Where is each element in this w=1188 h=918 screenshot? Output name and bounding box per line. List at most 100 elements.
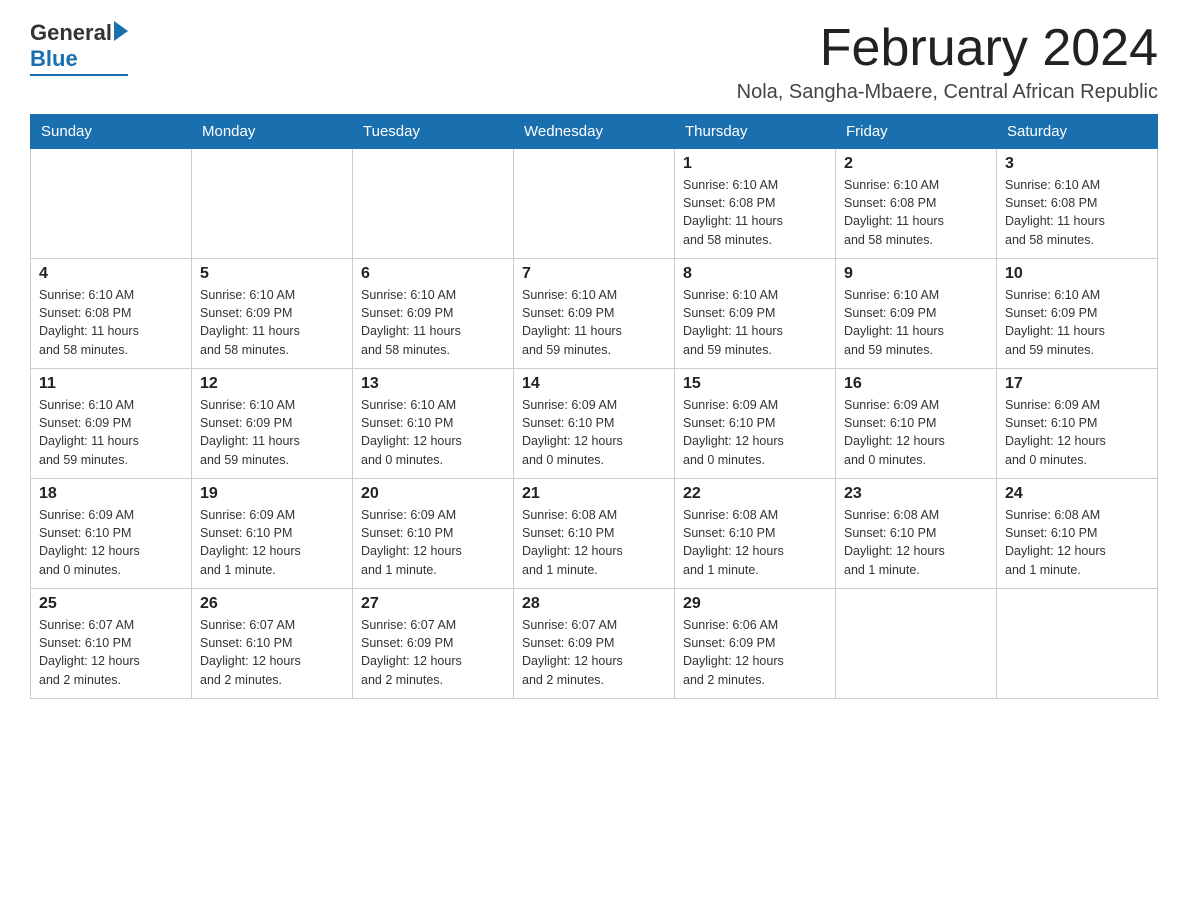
day-info: Sunrise: 6:07 AM Sunset: 6:10 PM Dayligh… [39, 616, 183, 689]
day-info: Sunrise: 6:09 AM Sunset: 6:10 PM Dayligh… [844, 396, 988, 469]
day-number: 19 [200, 485, 344, 503]
logo-general-text: General [30, 20, 112, 46]
day-number: 27 [361, 595, 505, 613]
day-number: 26 [200, 595, 344, 613]
day-number: 25 [39, 595, 183, 613]
calendar-day-cell: 22 Sunrise: 6:08 AM Sunset: 6:10 PM Dayli… [675, 479, 836, 589]
calendar-day-cell: 7Sunrise: 6:10 AM Sunset: 6:09 PM Daylig… [514, 259, 675, 369]
calendar-day-cell: 13 Sunrise: 6:10 AM Sunset: 6:10 PM Dayli… [353, 369, 514, 479]
calendar-table: SundayMondayTuesdayWednesdayThursdayFrid… [30, 114, 1158, 699]
calendar-day-cell: 23 Sunrise: 6:08 AM Sunset: 6:10 PM Dayli… [836, 479, 997, 589]
calendar-body: 1 Sunrise: 6:10 AM Sunset: 6:08 PM Daylig… [31, 149, 1158, 699]
day-number: 6 [361, 265, 505, 283]
day-info: Sunrise: 6:10 AM Sunset: 6:09 PM Dayligh… [683, 286, 827, 359]
calendar-week-row: 25 Sunrise: 6:07 AM Sunset: 6:10 PM Dayli… [31, 589, 1158, 699]
calendar-day-cell: 5 Sunrise: 6:10 AM Sunset: 6:09 PM Daylig… [192, 259, 353, 369]
day-info: Sunrise: 6:09 AM Sunset: 6:10 PM Dayligh… [522, 396, 666, 469]
calendar-header-row: SundayMondayTuesdayWednesdayThursdayFrid… [31, 115, 1158, 149]
calendar-header-cell: Thursday [675, 115, 836, 149]
calendar-day-cell [997, 589, 1158, 699]
subtitle: Nola, Sangha-Mbaere, Central African Rep… [737, 81, 1158, 104]
day-info: Sunrise: 6:09 AM Sunset: 6:10 PM Dayligh… [361, 506, 505, 579]
day-info: Sunrise: 6:10 AM Sunset: 6:09 PM Dayligh… [1005, 286, 1149, 359]
day-info: Sunrise: 6:08 AM Sunset: 6:10 PM Dayligh… [522, 506, 666, 579]
day-info: Sunrise: 6:06 AM Sunset: 6:09 PM Dayligh… [683, 616, 827, 689]
calendar-day-cell: 28 Sunrise: 6:07 AM Sunset: 6:09 PM Dayli… [514, 589, 675, 699]
calendar-day-cell: 18Sunrise: 6:09 AM Sunset: 6:10 PM Dayli… [31, 479, 192, 589]
day-info: Sunrise: 6:08 AM Sunset: 6:10 PM Dayligh… [683, 506, 827, 579]
calendar-day-cell [514, 149, 675, 259]
logo-divider [30, 74, 128, 76]
day-info: Sunrise: 6:07 AM Sunset: 6:09 PM Dayligh… [361, 616, 505, 689]
calendar-day-cell: 3 Sunrise: 6:10 AM Sunset: 6:08 PM Daylig… [997, 149, 1158, 259]
day-info: Sunrise: 6:10 AM Sunset: 6:08 PM Dayligh… [1005, 176, 1149, 249]
day-number: 18 [39, 485, 183, 503]
day-number: 8 [683, 265, 827, 283]
calendar-day-cell [836, 589, 997, 699]
day-number: 17 [1005, 375, 1149, 393]
day-number: 28 [522, 595, 666, 613]
calendar-header-cell: Monday [192, 115, 353, 149]
calendar-day-cell: 15 Sunrise: 6:09 AM Sunset: 6:10 PM Dayli… [675, 369, 836, 479]
day-info: Sunrise: 6:10 AM Sunset: 6:08 PM Dayligh… [844, 176, 988, 249]
day-info: Sunrise: 6:10 AM Sunset: 6:09 PM Dayligh… [200, 286, 344, 359]
calendar-day-cell: 6 Sunrise: 6:10 AM Sunset: 6:09 PM Daylig… [353, 259, 514, 369]
calendar-day-cell: 8 Sunrise: 6:10 AM Sunset: 6:09 PM Daylig… [675, 259, 836, 369]
day-number: 14 [522, 375, 666, 393]
day-info: Sunrise: 6:10 AM Sunset: 6:08 PM Dayligh… [39, 286, 183, 359]
day-number: 22 [683, 485, 827, 503]
day-number: 23 [844, 485, 988, 503]
calendar-day-cell: 17 Sunrise: 6:09 AM Sunset: 6:10 PM Dayli… [997, 369, 1158, 479]
calendar-day-cell: 9 Sunrise: 6:10 AM Sunset: 6:09 PM Daylig… [836, 259, 997, 369]
calendar-day-cell: 21Sunrise: 6:08 AM Sunset: 6:10 PM Dayli… [514, 479, 675, 589]
day-info: Sunrise: 6:09 AM Sunset: 6:10 PM Dayligh… [200, 506, 344, 579]
calendar-day-cell: 11 Sunrise: 6:10 AM Sunset: 6:09 PM Dayli… [31, 369, 192, 479]
calendar-header-cell: Wednesday [514, 115, 675, 149]
calendar-header-cell: Tuesday [353, 115, 514, 149]
day-info: Sunrise: 6:09 AM Sunset: 6:10 PM Dayligh… [1005, 396, 1149, 469]
calendar-day-cell: 2 Sunrise: 6:10 AM Sunset: 6:08 PM Daylig… [836, 149, 997, 259]
day-info: Sunrise: 6:07 AM Sunset: 6:09 PM Dayligh… [522, 616, 666, 689]
day-number: 20 [361, 485, 505, 503]
day-number: 29 [683, 595, 827, 613]
calendar-day-cell [31, 149, 192, 259]
calendar-week-row: 11 Sunrise: 6:10 AM Sunset: 6:09 PM Dayli… [31, 369, 1158, 479]
calendar-day-cell: 12 Sunrise: 6:10 AM Sunset: 6:09 PM Dayli… [192, 369, 353, 479]
day-number: 9 [844, 265, 988, 283]
day-number: 10 [1005, 265, 1149, 283]
calendar-day-cell: 24 Sunrise: 6:08 AM Sunset: 6:10 PM Dayli… [997, 479, 1158, 589]
calendar-week-row: 4 Sunrise: 6:10 AM Sunset: 6:08 PM Daylig… [31, 259, 1158, 369]
day-info: Sunrise: 6:08 AM Sunset: 6:10 PM Dayligh… [1005, 506, 1149, 579]
day-info: Sunrise: 6:08 AM Sunset: 6:10 PM Dayligh… [844, 506, 988, 579]
day-info: Sunrise: 6:10 AM Sunset: 6:09 PM Dayligh… [844, 286, 988, 359]
calendar-header-cell: Friday [836, 115, 997, 149]
day-number: 1 [683, 155, 827, 173]
calendar-header-cell: Saturday [997, 115, 1158, 149]
day-number: 15 [683, 375, 827, 393]
calendar-day-cell: 16Sunrise: 6:09 AM Sunset: 6:10 PM Dayli… [836, 369, 997, 479]
day-number: 5 [200, 265, 344, 283]
calendar-day-cell [353, 149, 514, 259]
logo-blue-text: Blue [30, 46, 128, 72]
day-number: 13 [361, 375, 505, 393]
calendar-day-cell [192, 149, 353, 259]
day-number: 7 [522, 265, 666, 283]
calendar-day-cell: 10 Sunrise: 6:10 AM Sunset: 6:09 PM Dayli… [997, 259, 1158, 369]
logo: General Blue [30, 20, 128, 76]
day-info: Sunrise: 6:10 AM Sunset: 6:08 PM Dayligh… [683, 176, 827, 249]
day-info: Sunrise: 6:10 AM Sunset: 6:10 PM Dayligh… [361, 396, 505, 469]
day-number: 11 [39, 375, 183, 393]
calendar-day-cell: 29 Sunrise: 6:06 AM Sunset: 6:09 PM Dayli… [675, 589, 836, 699]
day-number: 12 [200, 375, 344, 393]
calendar-day-cell: 14 Sunrise: 6:09 AM Sunset: 6:10 PM Dayli… [514, 369, 675, 479]
day-number: 4 [39, 265, 183, 283]
day-info: Sunrise: 6:10 AM Sunset: 6:09 PM Dayligh… [39, 396, 183, 469]
day-info: Sunrise: 6:10 AM Sunset: 6:09 PM Dayligh… [361, 286, 505, 359]
day-number: 3 [1005, 155, 1149, 173]
day-info: Sunrise: 6:10 AM Sunset: 6:09 PM Dayligh… [200, 396, 344, 469]
day-number: 24 [1005, 485, 1149, 503]
calendar-day-cell: 1 Sunrise: 6:10 AM Sunset: 6:08 PM Daylig… [675, 149, 836, 259]
day-number: 2 [844, 155, 988, 173]
day-info: Sunrise: 6:09 AM Sunset: 6:10 PM Dayligh… [683, 396, 827, 469]
calendar-week-row: 18 Sunrise: 6:09 AM Sunset: 6:10 PM Dayli… [31, 479, 1158, 589]
